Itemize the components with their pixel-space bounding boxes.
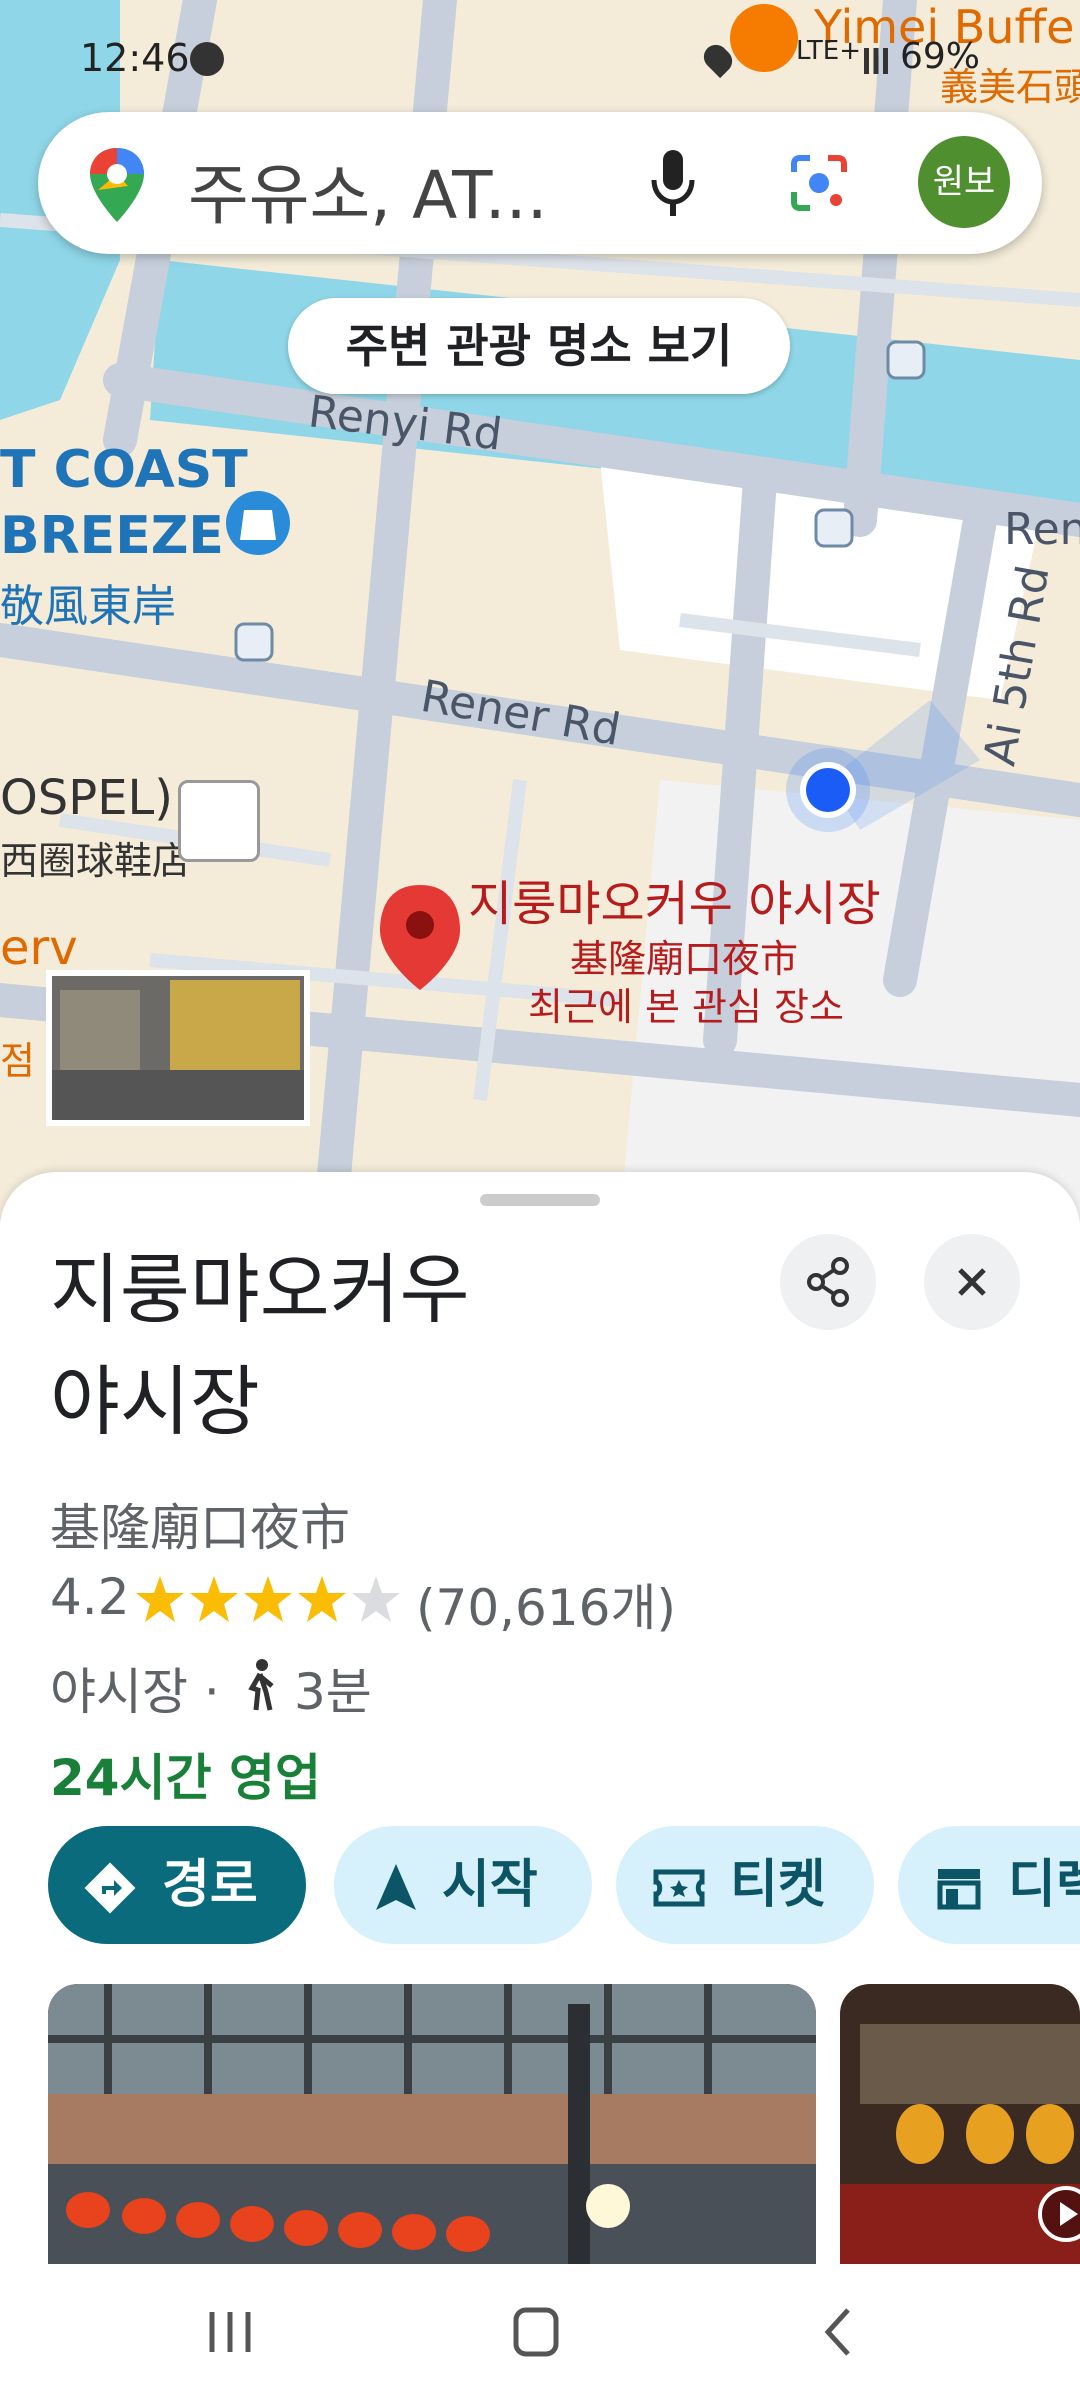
- close-button[interactable]: [924, 1234, 1020, 1330]
- search-bar[interactable]: 주유소, AT... 원보: [38, 112, 1042, 254]
- recent-apps-icon[interactable]: [200, 2304, 260, 2360]
- ticket-icon: [653, 1869, 705, 1907]
- home-icon[interactable]: [506, 2304, 566, 2360]
- avatar[interactable]: 원보: [918, 136, 1010, 228]
- more-action-button[interactable]: 디렉: [898, 1826, 1080, 1944]
- marker-name[interactable]: 지룽먀오커우 야시장: [468, 864, 881, 934]
- street-view-thumbnail[interactable]: [46, 970, 310, 1126]
- rating-value: 4.2: [50, 1568, 130, 1626]
- poi-label-gospel: OSPEL): [0, 770, 173, 826]
- poi-label-breeze: BREEZE: [0, 506, 224, 566]
- marker-name-zh: 基隆廟口夜市: [570, 937, 799, 981]
- status-bar: 12:46 LTE+ 69%: [0, 0, 1080, 120]
- play-video-icon[interactable]: [1036, 2184, 1080, 2244]
- share-button[interactable]: [780, 1234, 876, 1330]
- review-count[interactable]: (70,616개): [416, 1568, 676, 1640]
- marker-note: 최근에 본 관심 장소: [528, 985, 844, 1029]
- store-icon: [937, 1869, 981, 1910]
- back-icon[interactable]: [810, 2304, 870, 2360]
- nearby-attractions-chip[interactable]: 주변 관광 명소 보기: [288, 298, 790, 394]
- more-action-label: 디렉: [1008, 1855, 1080, 1915]
- battery-label: 69%: [900, 36, 981, 77]
- place-photo-1[interactable]: [48, 1984, 816, 2264]
- category-label: 야시장 ·: [50, 1663, 220, 1721]
- start-button[interactable]: 시작: [334, 1826, 592, 1944]
- place-title-line-2: 야시장: [50, 1357, 260, 1446]
- place-title-line-1: 지룽먀오커우: [50, 1245, 470, 1334]
- share-icon: [807, 1257, 849, 1307]
- star-rating-icon: [136, 1576, 400, 1622]
- signal-icon: [864, 48, 888, 74]
- network-label: LTE+: [796, 36, 861, 66]
- search-input[interactable]: 주유소, AT...: [188, 142, 548, 238]
- tickets-button[interactable]: 티켓: [616, 1826, 874, 1944]
- directions-icon: [84, 1862, 136, 1914]
- walking-icon: [248, 1659, 274, 1711]
- microphone-icon[interactable]: [648, 148, 698, 218]
- road-label-ren: Ren: [1004, 504, 1080, 555]
- lens-camera-icon[interactable]: [788, 152, 850, 214]
- opening-hours[interactable]: 24시간 영업: [50, 1738, 321, 1810]
- place-name-zh: 基隆廟口夜市: [50, 1499, 350, 1557]
- poi-label-coast-zh: 敬風東岸: [0, 581, 176, 632]
- status-time: 12:46: [80, 36, 190, 80]
- navigation-arrow-icon: [376, 1864, 416, 1910]
- poi-label-coast: T COAST: [0, 440, 248, 500]
- directions-label: 경로: [162, 1855, 258, 1915]
- poi-label-partial: 점: [0, 1039, 35, 1083]
- poi-label-serv: erv: [0, 920, 78, 976]
- sheet-drag-handle[interactable]: [480, 1194, 600, 1206]
- maps-pin-icon: [90, 148, 144, 222]
- start-label: 시작: [442, 1855, 538, 1915]
- directions-button[interactable]: 경로: [48, 1826, 306, 1944]
- place-sheet: 지룽먀오커우 야시장 基隆廟口夜市 4.2 (70,616개) 야시장 · 3분…: [0, 1172, 1080, 2264]
- poi-label-shoe: 西圈球鞋店: [0, 839, 191, 883]
- tickets-label: 티켓: [730, 1855, 826, 1915]
- photo-1-image: [48, 1984, 816, 2264]
- walk-time: 3분: [294, 1663, 372, 1721]
- close-icon: [958, 1268, 986, 1296]
- logo-badge[interactable]: [178, 780, 260, 862]
- location-icon: [698, 39, 738, 79]
- account-icon: [190, 42, 224, 76]
- place-photo-2[interactable]: [840, 1984, 1080, 2264]
- place-title: 지룽먀오커우 야시장: [50, 1234, 750, 1458]
- system-nav-bar: [0, 2264, 1080, 2400]
